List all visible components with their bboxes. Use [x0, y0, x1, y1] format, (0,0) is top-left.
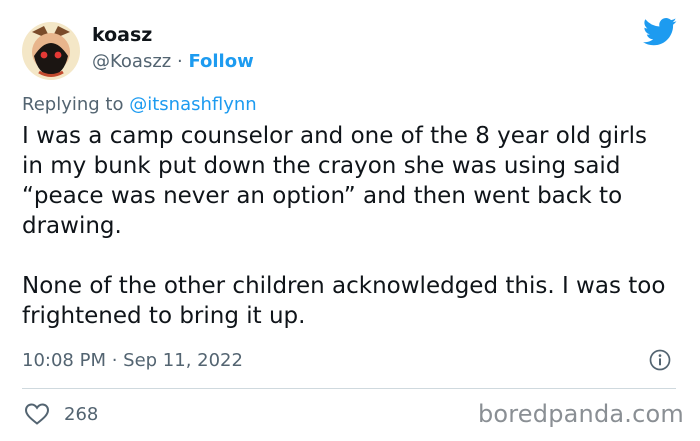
follow-button[interactable]: Follow: [188, 51, 253, 72]
watermark: boredpanda.com: [477, 400, 684, 428]
display-name[interactable]: koasz: [92, 24, 152, 46]
tweet-text: I was a camp counselor and one of the 8 …: [22, 121, 672, 331]
avatar[interactable]: [22, 22, 80, 80]
user-handle[interactable]: @Koaszz: [92, 51, 171, 72]
replying-to: Replying to @itsnashflynn: [22, 94, 257, 115]
heart-icon[interactable]: [24, 402, 50, 426]
like-action[interactable]: 268: [24, 401, 98, 427]
tweet-paragraph: I was a camp counselor and one of the 8 …: [22, 123, 647, 239]
handle-separator: ·: [176, 51, 183, 72]
tweet-card: koasz @Koaszz · Follow Replying to @itsn…: [0, 0, 700, 441]
like-count: 268: [64, 403, 99, 425]
avatar-image: [22, 22, 80, 80]
replying-prefix: Replying to: [22, 94, 124, 115]
handle-row: @Koaszz · Follow: [92, 51, 254, 72]
tweet-paragraph: None of the other children acknowledged …: [22, 273, 666, 329]
reply-target-link[interactable]: @itsnashflynn: [129, 94, 256, 115]
divider: [22, 388, 676, 389]
twitter-bird-icon[interactable]: [643, 17, 677, 47]
info-icon[interactable]: [649, 349, 671, 371]
tweet-timestamp[interactable]: 10:08 PM · Sep 11, 2022: [22, 350, 243, 371]
